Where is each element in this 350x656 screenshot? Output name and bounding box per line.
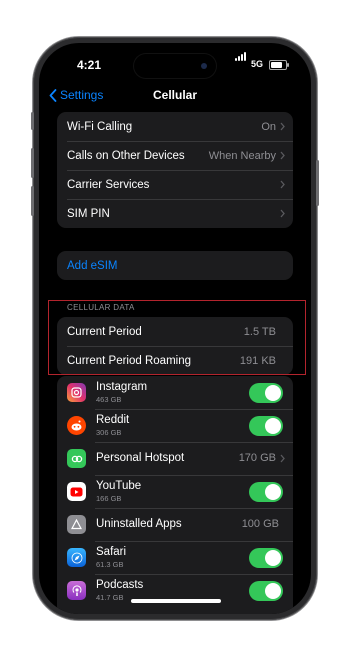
safari-icon — [67, 548, 86, 567]
page-title: Cellular — [152, 88, 197, 102]
hotspot-icon — [67, 449, 86, 468]
app-size: 306 GB — [96, 428, 122, 437]
app-size: 61.3 GB — [96, 560, 124, 569]
action-button — [31, 112, 34, 130]
status-time: 4:21 — [77, 58, 102, 72]
safari-toggle[interactable] — [249, 548, 283, 568]
youtube-toggle[interactable] — [249, 482, 283, 502]
row-value: When Nearby — [208, 149, 276, 162]
volume-down-button — [31, 186, 34, 216]
app-name: Podcasts — [96, 579, 144, 591]
row-label: Calls on Other Devices — [67, 149, 185, 162]
app-size: 463 GB — [96, 395, 122, 404]
row-calls-other-devices[interactable]: Calls on Other Devices When Nearby — [57, 141, 293, 170]
row-wifi-calling[interactable]: Wi-Fi Calling On — [57, 112, 293, 141]
battery-icon — [269, 60, 287, 70]
instagram-toggle[interactable] — [249, 383, 283, 403]
app-value: 100 GB — [241, 518, 279, 530]
add-esim-label: Add eSIM — [67, 259, 118, 272]
power-button — [316, 160, 319, 206]
reddit-toggle[interactable] — [249, 416, 283, 436]
network-type: 5G — [251, 59, 264, 69]
nav-bar: Settings Cellular — [39, 83, 311, 111]
row-value: On — [261, 120, 276, 133]
chevron-right-icon — [280, 151, 285, 160]
status-bar: 4:21 5G — [39, 43, 311, 83]
volume-up-button — [31, 148, 34, 178]
screen: 4:21 5G Settings Cellular Wi-Fi Calling … — [39, 43, 311, 614]
app-name: Safari — [96, 546, 127, 558]
app-data-list: Instagram 463 GB Reddit 306 GB Personal … — [57, 376, 293, 614]
app-row-reddit: Reddit 306 GB — [57, 409, 293, 442]
app-name: Personal Hotspot — [96, 452, 185, 464]
app-size: 166 GB — [96, 494, 122, 503]
app-name: Reddit — [96, 414, 130, 426]
row-label: Wi-Fi Calling — [67, 120, 133, 133]
app-size: 41.7 GB — [96, 593, 124, 602]
podcasts-icon — [67, 581, 86, 600]
app-name: YouTube — [96, 480, 142, 492]
add-esim-button[interactable]: Add eSIM — [57, 251, 293, 280]
chevron-right-icon — [280, 180, 285, 189]
youtube-icon — [67, 482, 86, 501]
podcasts-toggle[interactable] — [249, 581, 283, 601]
row-carrier-services[interactable]: Carrier Services — [57, 170, 293, 199]
chevron-right-icon — [280, 454, 285, 463]
app-row-youtube: YouTube 166 GB — [57, 475, 293, 508]
app-row-instagram: Instagram 463 GB — [57, 376, 293, 409]
battery-tip — [287, 63, 289, 67]
row-label: SIM PIN — [67, 207, 110, 220]
app-value: 170 GB — [238, 452, 276, 464]
reddit-icon — [67, 416, 86, 435]
home-indicator[interactable] — [131, 599, 221, 603]
highlight-box — [48, 300, 306, 375]
chevron-right-icon — [280, 209, 285, 218]
app-name: Uninstalled Apps — [96, 518, 182, 530]
dynamic-island — [134, 54, 216, 78]
instagram-icon — [67, 383, 86, 402]
esim-group: Add eSIM — [57, 251, 293, 280]
app-row-safari: Safari 61.3 GB — [57, 541, 293, 574]
row-label: Carrier Services — [67, 178, 150, 191]
app-row-uninstalled-apps: Uninstalled Apps 100 GB — [57, 508, 293, 541]
front-camera-icon — [201, 63, 207, 69]
app-name: Instagram — [96, 381, 148, 393]
chevron-right-icon — [280, 122, 285, 131]
uninstalled-apps-icon — [67, 515, 86, 534]
settings-group: Wi-Fi Calling On Calls on Other Devices … — [57, 112, 293, 228]
row-sim-pin[interactable]: SIM PIN — [57, 199, 293, 228]
app-row-personal-hotspot[interactable]: Personal Hotspot 170 GB — [57, 442, 293, 475]
